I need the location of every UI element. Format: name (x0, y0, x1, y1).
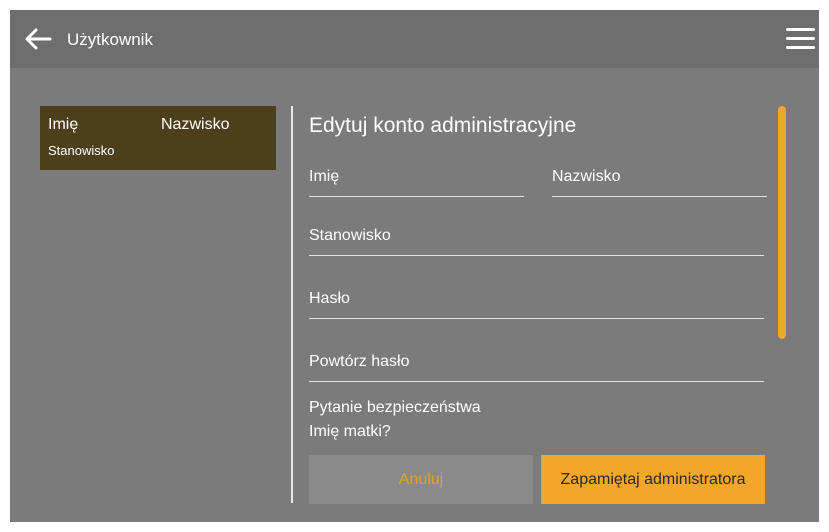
password-placeholder: Hasło (309, 290, 350, 307)
scrollbar-thumb[interactable] (778, 106, 786, 339)
page-title: Użytkownik (67, 30, 153, 49)
user-last-name: Nazwisko (161, 116, 230, 133)
panel-divider (291, 106, 293, 503)
password-field[interactable]: Hasło (309, 283, 764, 319)
repeat-password-field[interactable]: Powtórz hasło (309, 346, 764, 382)
user-list-item[interactable]: Imię Nazwisko Stanowisko (40, 106, 276, 170)
position-field[interactable]: Stanowisko (309, 220, 764, 256)
user-position: Stanowisko (48, 143, 115, 158)
save-administrator-button[interactable]: Zapamiętaj administratora (541, 455, 765, 504)
last-name-placeholder: Nazwisko (552, 168, 621, 185)
form-title: Edytuj konto administracyjne (309, 114, 577, 137)
last-name-field[interactable]: Nazwisko (552, 158, 767, 197)
cancel-button[interactable]: Anuluj (309, 455, 533, 504)
app-screen: Użytkownik Imię Nazwisko Stanowisko Edyt… (10, 10, 819, 522)
first-name-field[interactable]: Imię (309, 158, 524, 197)
position-placeholder: Stanowisko (309, 227, 391, 244)
security-question-label: Pytanie bezpieczeństwa (309, 399, 481, 416)
repeat-password-placeholder: Powtórz hasło (309, 353, 410, 370)
first-name-placeholder: Imię (309, 168, 340, 185)
hamburger-menu-icon[interactable] (786, 26, 816, 52)
top-bar: Użytkownik (10, 10, 819, 68)
arrow-left-icon[interactable] (24, 27, 52, 51)
security-question-select[interactable]: Imię matki? (309, 423, 391, 441)
user-first-name: Imię (48, 116, 79, 133)
